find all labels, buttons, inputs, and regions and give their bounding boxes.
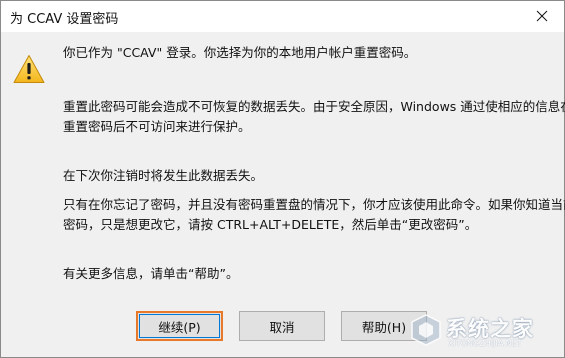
close-icon xyxy=(536,10,547,22)
message-line-4: 在下次你注销时将发生此数据丢失。 xyxy=(63,168,264,183)
message-line-5: 只有在你忘记了密码，并且没有密码重置盘的情况下，你才应该使用此命令。如果你知道当… xyxy=(63,197,565,212)
watermark: 系统之家 XITONGZHIJIA.NET xyxy=(406,309,556,351)
watermark-subtext: XITONGZHIJIA.NET xyxy=(448,339,522,348)
message-line-1: 你已作为 "CCAV" 登录。你选择为你的本地用户帐户重置密码。 xyxy=(63,45,417,60)
continue-button[interactable]: 继续(P) xyxy=(136,311,223,341)
warning-icon xyxy=(13,55,45,83)
watermark-text: 系统之家 xyxy=(446,317,534,341)
message-line-2: 重置此密码可能会造成不可恢复的数据丢失。由于安全原因，Windows 通过使相应… xyxy=(63,99,565,114)
message-line-3: 重置密码后不可访问来进行保护。 xyxy=(63,119,251,134)
help-button[interactable]: 帮助(H) xyxy=(341,311,427,341)
cancel-button[interactable]: 取消 xyxy=(239,311,325,341)
dialog-window: 为 CCAV 设置密码 你已作为 "CCAV" 登录。你选择为你的本地用户帐户重… xyxy=(0,0,565,358)
message-line-6: 密码，只是想更改它，请按 CTRL+ALT+DELETE，然后单击“更改密码”。 xyxy=(63,217,478,232)
window-title: 为 CCAV 设置密码 xyxy=(10,12,119,27)
message-line-7: 有关更多信息，请单击“帮助”。 xyxy=(63,266,239,281)
dialog-body: 你已作为 "CCAV" 登录。你选择为你的本地用户帐户重置密码。 重置此密码可能… xyxy=(1,32,565,357)
close-button[interactable] xyxy=(519,1,564,31)
title-bar[interactable]: 为 CCAV 设置密码 xyxy=(1,1,564,32)
